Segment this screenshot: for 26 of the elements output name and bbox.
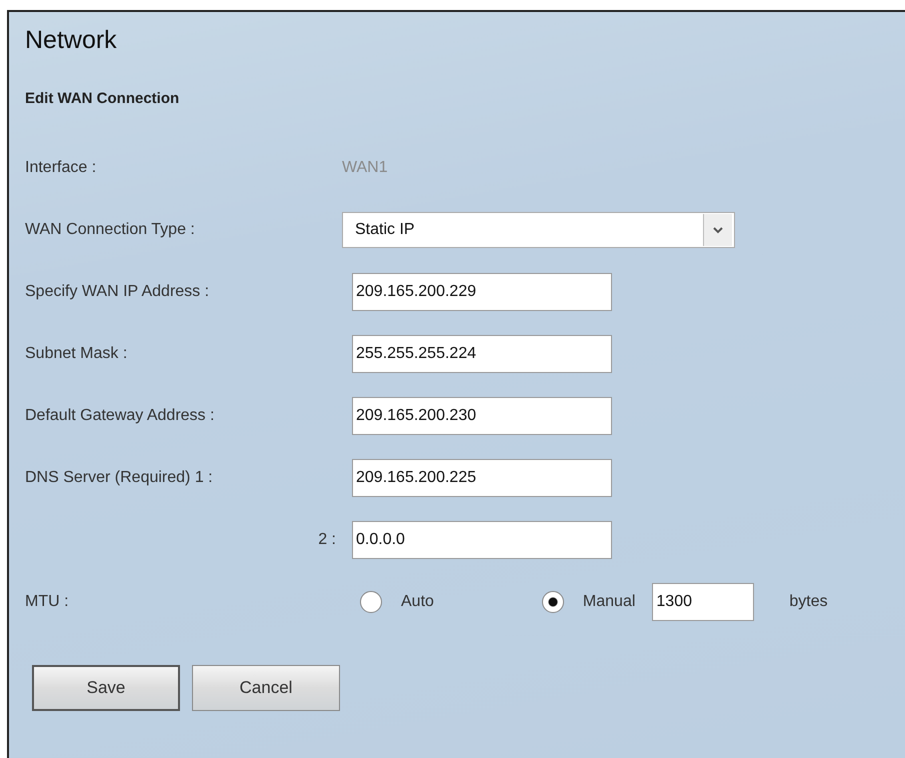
field-value: WAN1 [342, 159, 388, 177]
chevron-down-icon [713, 226, 723, 234]
field-label: MTU : [25, 593, 70, 611]
input-field[interactable]: 209.165.200.230 [352, 397, 612, 435]
field-label: Specify WAN IP Address : [25, 283, 210, 301]
action-button[interactable]: Cancel [192, 665, 340, 711]
field-label: 2 : [317, 531, 337, 549]
page-title: Network [25, 25, 118, 56]
radio-button[interactable] [360, 591, 382, 613]
field-label: Default Gateway Address : [25, 407, 216, 425]
radio-label: Auto [401, 593, 434, 611]
input-field[interactable]: 209.165.200.225 [352, 459, 612, 497]
input-field[interactable]: 255.255.255.224 [352, 335, 612, 373]
input-field[interactable]: 0.0.0.0 [352, 521, 612, 559]
input-field[interactable]: 1300 [652, 583, 754, 621]
radio-button[interactable] [542, 591, 564, 613]
action-button[interactable]: Save [32, 665, 180, 711]
field-label: WAN Connection Type : [25, 221, 196, 239]
dropdown-field[interactable]: Static IP [342, 212, 735, 248]
section-title: Edit WAN Connection [25, 90, 180, 107]
input-field[interactable]: 209.165.200.229 [352, 273, 612, 311]
radio-label: Manual [582, 593, 636, 611]
field-label: Subnet Mask : [25, 345, 128, 363]
field-label: DNS Server (Required) 1 : [25, 469, 214, 487]
unit-label: bytes [789, 593, 828, 611]
field-label: Interface : [25, 159, 98, 177]
